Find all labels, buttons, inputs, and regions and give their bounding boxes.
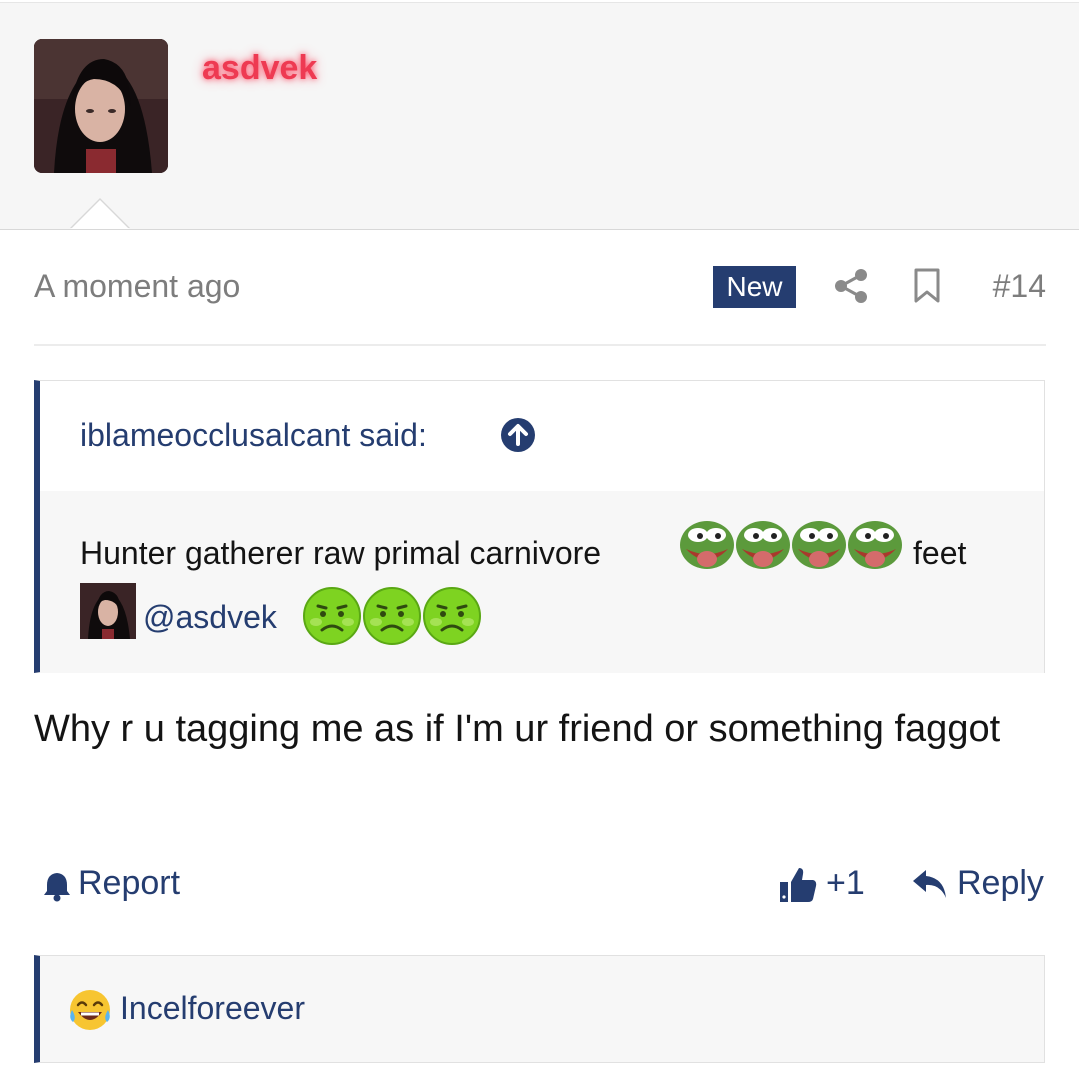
quote-text-tail: feet <box>913 535 967 571</box>
reactions-bar[interactable]: Incelforeever <box>34 955 1045 1063</box>
post-meta: A moment ago New #14 <box>34 262 1046 312</box>
divider <box>34 344 1046 346</box>
sick-emoji-icon <box>303 587 361 645</box>
new-badge: New <box>713 266 796 308</box>
thumbs-up-icon[interactable] <box>778 864 818 904</box>
sick-emoji-icon <box>423 587 481 645</box>
post-timestamp[interactable]: A moment ago <box>34 268 240 305</box>
reaction-user-link[interactable]: Incelforeever <box>120 990 305 1027</box>
bell-icon[interactable] <box>42 870 72 902</box>
quote-body: Hunter gatherer raw primal carnivore fee… <box>40 491 1044 673</box>
reply-icon[interactable] <box>912 868 948 900</box>
mention-avatar[interactable] <box>80 583 136 639</box>
share-icon[interactable] <box>834 268 868 304</box>
pepe-emoji-icon <box>792 521 846 569</box>
post-message: Why r u tagging me as if I'm ur friend o… <box>34 708 1001 750</box>
quote-attribution[interactable]: iblameocclusalcant said: <box>80 417 427 454</box>
bookmark-icon[interactable] <box>912 268 942 304</box>
arrow-up-circle-icon[interactable] <box>500 417 536 453</box>
pepe-emoji-icon <box>680 521 734 569</box>
author-username[interactable]: asdvek <box>202 49 317 88</box>
sick-emoji-icon <box>363 587 421 645</box>
reply-button[interactable]: Reply <box>957 864 1044 903</box>
quote-text: Hunter gatherer raw primal carnivore <box>80 535 602 571</box>
like-count[interactable]: +1 <box>826 864 865 903</box>
report-button[interactable]: Report <box>78 864 180 903</box>
pepe-emoji-icon <box>848 521 902 569</box>
post-number[interactable]: #14 <box>993 268 1046 305</box>
user-mention[interactable]: @asdvek <box>143 599 277 636</box>
pepe-emoji-icon <box>736 521 790 569</box>
laughing-emoji-icon <box>70 990 110 1030</box>
user-header: asdvek <box>0 2 1079 230</box>
quote-block: iblameocclusalcant said: Hunter gatherer… <box>34 380 1045 673</box>
avatar[interactable] <box>34 39 168 173</box>
